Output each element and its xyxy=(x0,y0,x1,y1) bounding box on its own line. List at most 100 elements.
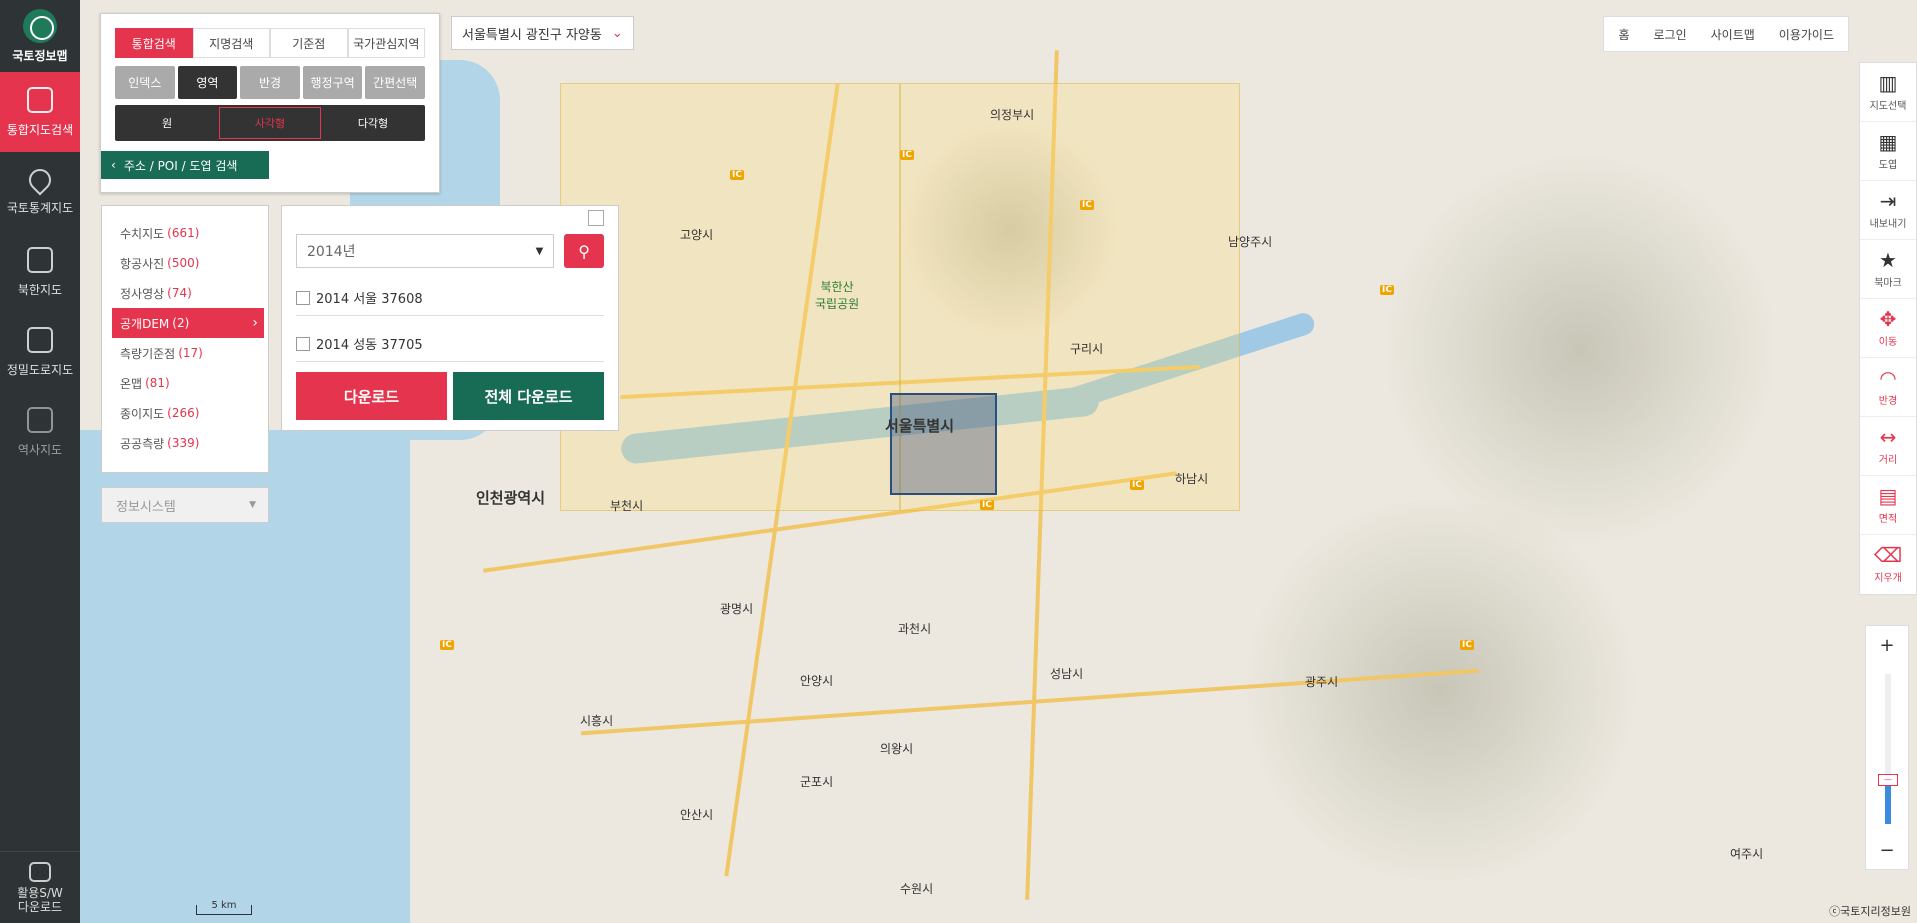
shape-circle-button[interactable]: 원 xyxy=(117,107,217,139)
download-button[interactable]: 다운로드 xyxy=(296,372,447,420)
tab-national-interest-area[interactable]: 국가관심지역 xyxy=(347,28,425,58)
zoom-handle[interactable]: — xyxy=(1878,774,1898,786)
distance-tool[interactable]: ↔ 거리 xyxy=(1860,417,1916,476)
download-icon xyxy=(29,861,51,882)
mode-index-button[interactable]: 인덱스 xyxy=(115,66,175,99)
sitemap-link[interactable]: 사이트맵 xyxy=(1711,26,1755,43)
map-label: 광명시 xyxy=(720,602,754,616)
map-label: 남양주시 xyxy=(1228,235,1273,249)
map-label: 인천광역시 xyxy=(476,489,546,507)
shape-selector: 원 사각형 다각형 xyxy=(115,105,425,141)
map-label: 안산시 xyxy=(680,808,714,822)
map-label: 북한산 국립공원 xyxy=(815,280,860,311)
right-toolbar: ▥ 지도선택 ▦ 도엽 ⇥ 내보내기 ★ 북마크 ✥ 이동 ◠ 반경 ↔ 거리 ▤ 면적 ⌫ 지우… xyxy=(1859,62,1917,595)
left-sidebar: 국토정보맵 통합지도검색 국토통계지도 북한지도 정밀도로지도 역사지도 활용S… xyxy=(0,0,80,923)
map-label: 의정부시 xyxy=(990,108,1035,122)
nav-north-korea-map[interactable]: 북한지도 xyxy=(0,232,80,312)
eraser-tool[interactable]: ⌫ 지우개 xyxy=(1860,535,1916,594)
road-icon xyxy=(27,326,53,353)
expand-icon[interactable] xyxy=(588,210,604,226)
category-item-public-survey[interactable]: 공공측량 (339) xyxy=(116,428,254,458)
sheet-tool[interactable]: ▦ 도엽 xyxy=(1860,122,1916,181)
location-pin-icon xyxy=(24,163,56,196)
globe-icon xyxy=(23,8,57,43)
nav-precision-road-map[interactable]: 정밀도로지도 xyxy=(0,312,80,392)
category-item-paper-map[interactable]: 종이지도 (266) xyxy=(116,398,254,428)
map-label: 수원시 xyxy=(900,882,934,896)
search-icon: ⚲ xyxy=(578,241,590,261)
shape-polygon-button[interactable]: 다각형 xyxy=(323,107,423,139)
north-korea-icon xyxy=(27,246,53,273)
map-label: 하남시 xyxy=(1175,472,1209,486)
mode-area-button[interactable]: 영역 xyxy=(177,66,238,99)
nav-software-download[interactable]: 활용S/W 다운로드 xyxy=(0,851,80,923)
category-item-onmap[interactable]: 온맵 (81) xyxy=(116,368,254,398)
bookmark-tool[interactable]: ★ 북마크 xyxy=(1860,240,1916,299)
ruler-icon: ↔ xyxy=(1879,424,1897,449)
nav-statistics-map[interactable]: 국토통계지도 xyxy=(0,152,80,232)
history-map-icon xyxy=(27,406,53,433)
map-label: 군포시 xyxy=(800,775,834,789)
mode-easy-select-button[interactable]: 간편선택 xyxy=(365,66,425,99)
nav-history-map[interactable]: 역사지도 xyxy=(0,392,80,472)
pan-tool[interactable]: ✥ 이동 xyxy=(1860,299,1916,358)
map-label: 안양시 xyxy=(800,674,834,688)
category-list: 수치지도(661) 항공사진(500) 정사영상(74) 공개DEM(2) 측량… xyxy=(101,205,269,473)
result-item[interactable]: 2014 서울 37608 xyxy=(296,280,604,316)
area-tool[interactable]: ▤ 면적 xyxy=(1860,476,1916,535)
guide-link[interactable]: 이용가이드 xyxy=(1779,26,1834,43)
info-system-select[interactable]: 정보시스템 ▼ xyxy=(101,487,269,523)
map-label: 부천시 xyxy=(610,499,644,513)
category-item-digital-map[interactable]: 수치지도 (661) xyxy=(116,218,254,248)
map-label: 과천시 xyxy=(898,622,932,636)
map-search-icon xyxy=(27,86,53,113)
category-item-aerial-photo[interactable]: 항공사진 (500) xyxy=(116,248,254,278)
home-link[interactable]: 홈 xyxy=(1618,26,1629,43)
result-item[interactable]: 2014 성동 37705 xyxy=(296,326,604,362)
export-tool[interactable]: ⇥ 내보내기 xyxy=(1860,181,1916,240)
radius-icon: ◠ xyxy=(1879,365,1897,390)
search-panel: 통합검색 지명검색 기준점 국가관심지역 인덱스 영역 반경 행정구역 간편선택… xyxy=(100,13,440,193)
move-icon: ✥ xyxy=(1879,306,1897,331)
zoom-control: + — − xyxy=(1865,625,1909,870)
top-links: 홈 로그인 사이트맵 이용가이드 xyxy=(1603,16,1849,52)
result-checkbox[interactable] xyxy=(296,290,310,305)
current-location-select[interactable]: 서울특별시 광진구 자양동 ⌄ xyxy=(451,16,634,50)
login-link[interactable]: 로그인 xyxy=(1654,26,1687,43)
logo[interactable]: 국토정보맵 xyxy=(0,0,80,72)
area-icon: ▤ xyxy=(1878,483,1898,508)
map-label: 시흥시 xyxy=(580,714,614,728)
map-select-tool[interactable]: ▥ 지도선택 xyxy=(1860,63,1916,122)
dem-detail-panel: 2014년 ▼ ⚲ 2014 서울 37608 2014 성동 37705 다운… xyxy=(281,205,619,431)
caret-down-icon: ▼ xyxy=(249,500,256,510)
radius-tool[interactable]: ◠ 반경 xyxy=(1860,358,1916,417)
nav-integrated-map-search[interactable]: 통합지도검색 xyxy=(0,72,80,152)
mode-admin-district-button[interactable]: 행정구역 xyxy=(302,66,363,99)
grid-icon: ▦ xyxy=(1878,129,1898,154)
category-item-ortho-image[interactable]: 정사영상 (74) xyxy=(116,278,254,308)
tab-integrated-search[interactable]: 통합검색 xyxy=(115,28,193,58)
map-label: 광주시 xyxy=(1305,675,1339,689)
search-button[interactable]: ⚲ xyxy=(564,234,604,268)
map-label: 고양시 xyxy=(680,228,714,242)
category-item-survey-control-point[interactable]: 측량기준점 (17) xyxy=(116,338,254,368)
tab-place-search[interactable]: 지명검색 xyxy=(192,28,270,58)
map-label: 성남시 xyxy=(1050,667,1084,681)
address-poi-search-button[interactable]: ‹ 주소 / POI / 도엽 검색 xyxy=(101,151,269,179)
export-icon: ⇥ xyxy=(1879,188,1897,213)
caret-down-icon: ▼ xyxy=(535,245,544,257)
scale-bar: 5 km xyxy=(196,901,252,915)
tab-control-point[interactable]: 기준점 xyxy=(270,28,348,58)
eraser-icon: ⌫ xyxy=(1873,543,1903,567)
shape-rectangle-button[interactable]: 사각형 xyxy=(219,107,321,139)
result-checkbox[interactable] xyxy=(296,336,310,351)
map-label: 구리시 xyxy=(1070,342,1104,356)
mode-radius-button[interactable]: 반경 xyxy=(240,66,300,99)
zoom-in-button[interactable]: + xyxy=(1866,626,1908,664)
search-tabs: 통합검색 지명검색 기준점 국가관심지역 xyxy=(115,28,425,58)
category-item-public-dem[interactable]: 공개DEM (2) xyxy=(112,308,264,338)
year-select[interactable]: 2014년 ▼ xyxy=(296,234,555,268)
download-all-button[interactable]: 전체 다운로드 xyxy=(453,372,604,420)
selection-rectangle[interactable] xyxy=(890,393,997,495)
zoom-out-button[interactable]: − xyxy=(1866,831,1908,869)
